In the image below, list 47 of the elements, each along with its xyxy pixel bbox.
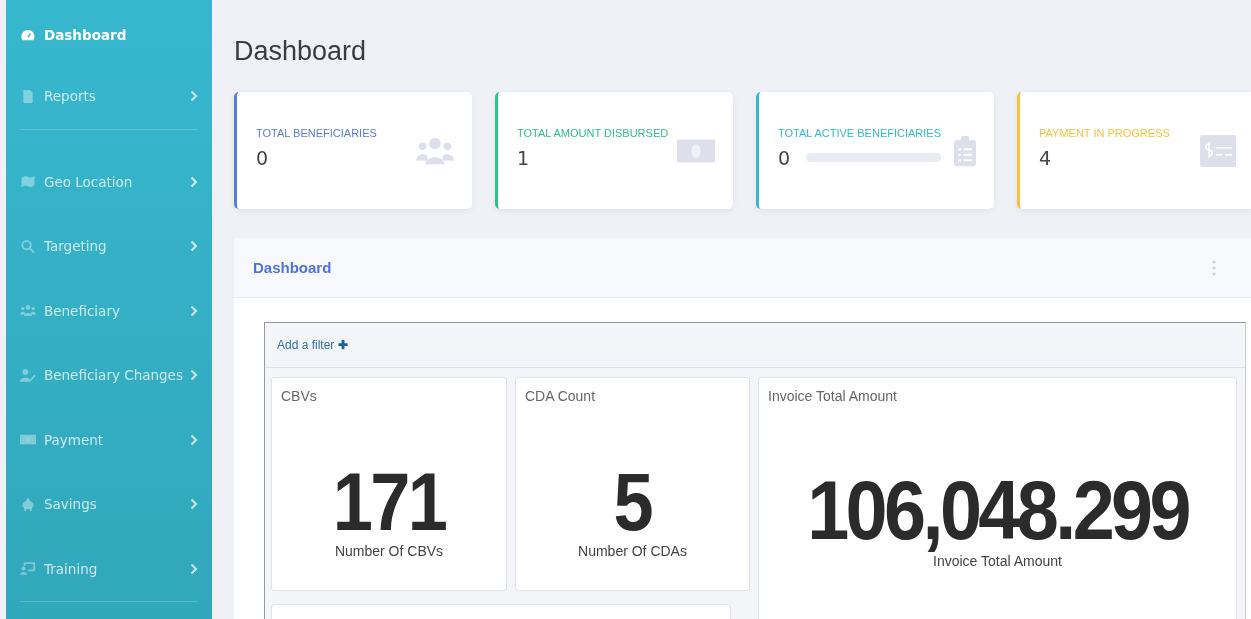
chevron-right-icon <box>190 240 198 253</box>
users-icon <box>20 303 36 319</box>
stat-value: 0 <box>256 146 269 169</box>
chevron-right-icon <box>190 433 198 446</box>
tile-title: CBVs <box>281 388 317 404</box>
file-icon <box>20 88 36 104</box>
search-icon <box>20 238 36 254</box>
bill-icon <box>1199 134 1237 167</box>
stat-label: TOTAL BENEFICIARIES <box>256 126 378 139</box>
metric-value: 106,048.299 <box>807 471 1188 551</box>
chevron-right-icon <box>190 498 198 511</box>
sidebar-item[interactable]: Beneficiary Changes <box>20 343 198 408</box>
presentation-icon <box>20 561 36 577</box>
more-icon[interactable] <box>1212 259 1216 276</box>
metric-value: 171 <box>332 463 446 541</box>
sidebar-item[interactable]: Beneficiary <box>20 278 198 343</box>
chevron-right-icon <box>190 369 198 382</box>
stat-value: 0 <box>778 146 791 169</box>
tile-title: Invoice Total Amount <box>768 388 897 404</box>
sidebar-item[interactable]: Dashboard <box>20 6 198 64</box>
chevron-right-icon <box>190 175 198 188</box>
gauge-icon <box>20 27 36 43</box>
stat-label: PAYMENT IN PROGRESS <box>1039 126 1171 139</box>
user-pen-icon <box>20 367 36 383</box>
sidebar-item[interactable]: Geo Location <box>20 149 198 214</box>
add-filter-link[interactable]: Add a filter ✚ <box>277 338 348 352</box>
sidebar-item[interactable]: Training <box>20 536 198 601</box>
panel-title: Dashboard <box>253 259 332 276</box>
stat-label: TOTAL AMOUNT DISBURSED <box>517 126 670 139</box>
chevron-right-icon <box>190 90 198 103</box>
stat-value: 4 <box>1039 146 1052 169</box>
metric-caption: Number Of CDAs <box>578 542 687 559</box>
chevron-right-icon <box>190 562 198 575</box>
sidebar-item[interactable]: Payment <box>20 407 198 472</box>
sidebar-item[interactable]: Targeting <box>20 214 198 279</box>
metric-caption: Invoice Total Amount <box>933 552 1062 569</box>
sidebar-item[interactable]: Reports <box>20 64 198 129</box>
map-icon <box>20 174 36 190</box>
tile-title: CDA Count <box>525 388 596 404</box>
stat-label: TOTAL ACTIVE BENEFICIARIES <box>778 126 942 139</box>
piggy-bank-icon <box>20 496 36 512</box>
metric-value: 5 <box>613 463 652 541</box>
chevron-right-icon <box>190 304 198 317</box>
metric-caption: Number Of CBVs <box>334 542 444 559</box>
page-title: Dashboard <box>234 36 368 67</box>
sidebar-item[interactable]: Savings <box>20 472 198 537</box>
stat-value: 1 <box>517 146 530 169</box>
